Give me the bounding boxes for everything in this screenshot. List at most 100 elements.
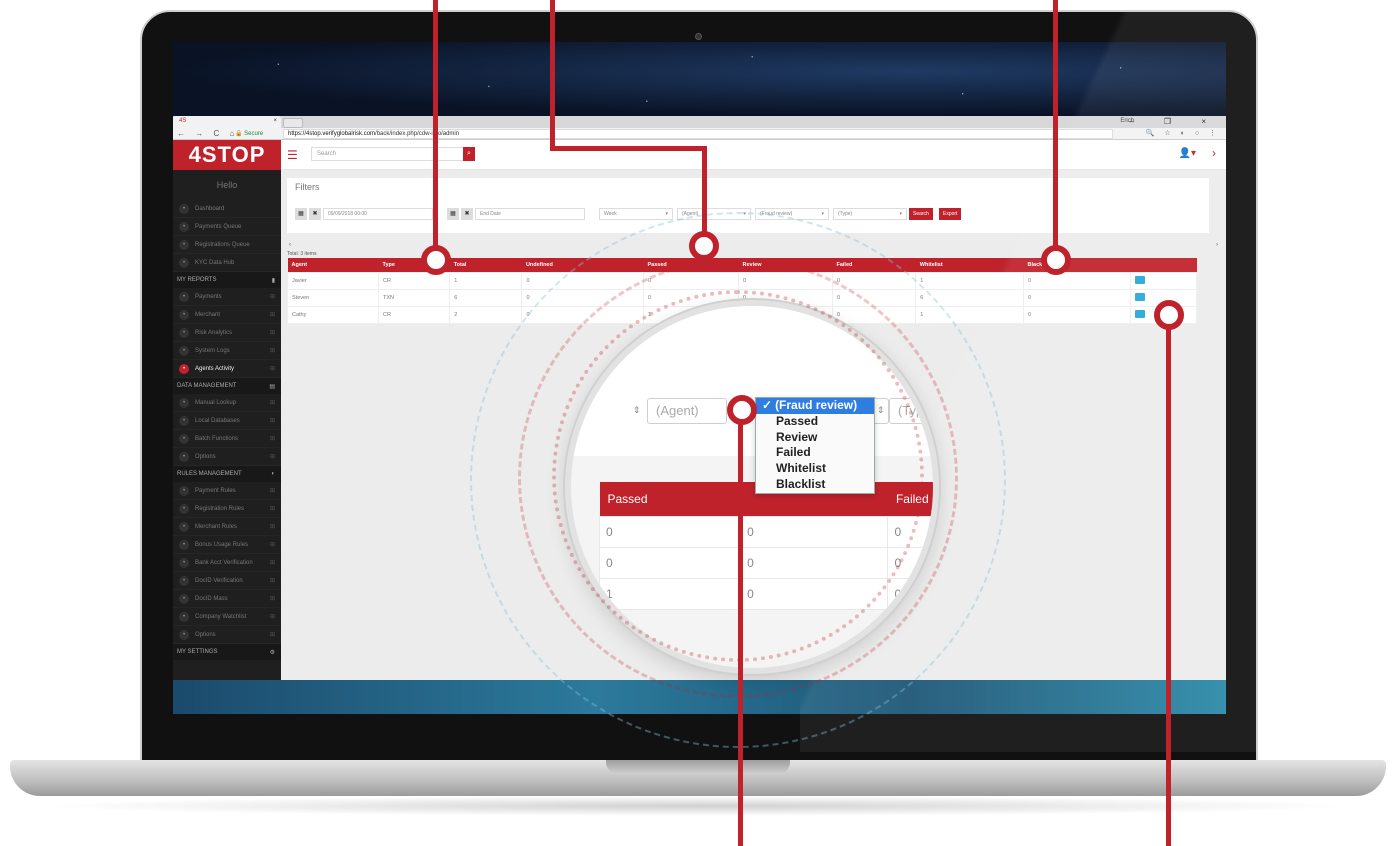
nav-buttons[interactable]: ← → C ⌂ xyxy=(177,129,238,138)
sidebar-item-label: Bonus Usage Rules xyxy=(195,541,249,548)
sidebar-item[interactable]: • Registration Rules ⊞ xyxy=(173,500,281,518)
sidebar-item[interactable]: • Payments Queue xyxy=(173,218,281,236)
sidebar-item[interactable]: • Merchant ⊞ xyxy=(173,306,281,324)
zoom-table-cell: 0 xyxy=(598,546,742,579)
export-button[interactable]: Export xyxy=(939,208,962,220)
zoom-table-cell: 0 xyxy=(740,577,889,610)
sidebar-section[interactable]: RULES MANAGEMENT ◐ xyxy=(173,466,281,482)
sidebar-item[interactable]: • Local Databases ⊞ xyxy=(173,412,281,430)
user-menu-icon[interactable]: 👤▾ xyxy=(1179,148,1196,159)
sidebar-item[interactable]: • Risk Analytics ⊞ xyxy=(173,324,281,342)
sidebar-item[interactable]: • Dashboard xyxy=(173,200,281,218)
dropdown-option[interactable]: Blacklist xyxy=(756,477,874,493)
new-tab-button[interactable] xyxy=(283,118,303,128)
close-icon[interactable]: × xyxy=(273,118,277,124)
search-button[interactable]: ⌕ xyxy=(463,147,475,161)
details-icon[interactable] xyxy=(1134,293,1145,301)
sidebar-item[interactable]: • Payments ⊞ xyxy=(173,288,281,306)
table-cell: 6 xyxy=(915,289,1025,307)
sidebar-item[interactable]: • Options ⊞ xyxy=(173,448,281,466)
dropdown-option[interactable]: Passed xyxy=(756,414,874,430)
zoom-table-cell: 0 xyxy=(887,577,933,610)
start-date-input[interactable]: 09/09/2018 00:00 xyxy=(323,208,433,220)
sidebar-item[interactable]: • DocID Verification ⊞ xyxy=(173,572,281,590)
sidebar-item[interactable]: • Bank Acct Verification ⊞ xyxy=(173,554,281,572)
details-icon[interactable] xyxy=(1134,310,1145,318)
app-logo[interactable]: 4STOP xyxy=(173,140,281,170)
browser-tab[interactable]: 4S × xyxy=(173,116,281,128)
chevron-right-icon[interactable]: › xyxy=(1216,242,1218,248)
dropdown-option-label: Failed xyxy=(776,445,811,460)
column-header[interactable]: Review xyxy=(738,258,833,273)
camera-icon xyxy=(695,33,702,40)
chevron-left-icon[interactable]: ‹ xyxy=(289,242,291,248)
column-header[interactable]: Passed xyxy=(643,258,739,273)
sidebar-item[interactable]: • DocID Mass ⊞ xyxy=(173,590,281,608)
merchant-icon: • xyxy=(179,521,189,532)
end-date-input[interactable]: End Date xyxy=(475,208,585,220)
sidebar-item[interactable]: • Merchant Rules ⊞ xyxy=(173,518,281,536)
column-header[interactable]: Blacklist xyxy=(1023,258,1131,273)
callout-line xyxy=(1053,0,1058,262)
sidebar-item[interactable]: • Payment Rules ⊞ xyxy=(173,482,281,500)
url-field[interactable]: https://4stop.verifyglobalrisk.com/back/… xyxy=(283,129,1113,139)
column-header[interactable]: Undefined xyxy=(521,258,644,273)
column-header[interactable]: Total xyxy=(449,258,522,273)
zoom-column-header: Passed xyxy=(599,482,741,516)
zoom-type-select[interactable]: (Type) xyxy=(889,398,933,424)
dropdown-option[interactable]: Whitelist xyxy=(756,461,874,477)
zoom-agent-select[interactable]: (Agent) xyxy=(647,398,727,424)
tab-title: 4S xyxy=(179,118,187,124)
sidebar-item[interactable]: • System Logs ⊞ xyxy=(173,342,281,360)
details-icon[interactable] xyxy=(1134,276,1145,284)
table-cell: 1 xyxy=(915,272,1025,290)
sidebar-item[interactable]: • Registrations Queue xyxy=(173,236,281,254)
hamburger-icon[interactable]: ☰ xyxy=(287,148,298,162)
type-select[interactable]: (Type) ▾ xyxy=(833,208,907,220)
calendar-icon[interactable]: ▦ xyxy=(447,208,459,220)
sidebar-section[interactable]: MY REPORTS ▮ xyxy=(173,272,281,288)
chevron-right-icon[interactable]: › xyxy=(1212,146,1216,160)
callout-dot xyxy=(421,245,451,275)
dropdown-option[interactable]: Review xyxy=(756,430,874,446)
column-header[interactable] xyxy=(1130,258,1197,273)
table-cell: 0 xyxy=(831,289,917,307)
sidebar-item[interactable]: • Options ⊞ xyxy=(173,626,281,644)
fraud-review-select[interactable]: (Fraud review) ▾ xyxy=(755,208,829,220)
column-header[interactable]: Whitelist xyxy=(915,258,1024,273)
clear-icon[interactable]: ✖ xyxy=(461,208,473,220)
sidebar-item[interactable]: • Company Watchlist ⊞ xyxy=(173,608,281,626)
sidebar-item[interactable]: • Bonus Usage Rules ⊞ xyxy=(173,536,281,554)
dropdown-option-label: Review xyxy=(776,429,818,444)
fraud-review-dropdown[interactable]: ✓ (Fraud review) Passed Review Failed Whiteli… xyxy=(755,397,875,494)
dropdown-option[interactable]: Failed xyxy=(756,445,874,461)
callout-dot xyxy=(727,395,757,425)
sidebar-item[interactable]: • Manual Lookup ⊞ xyxy=(173,394,281,412)
dropdown-option[interactable]: ✓ (Fraud review) xyxy=(756,398,874,414)
section-icon: ▮ xyxy=(271,277,275,284)
period-select[interactable]: Week ▾ xyxy=(599,208,673,220)
column-header[interactable]: Agent xyxy=(287,258,379,273)
check-icon: ✓ xyxy=(762,398,773,412)
sidebar-item[interactable]: • KYC Data Hub xyxy=(173,254,281,272)
hub-icon: • xyxy=(179,257,189,268)
sidebar-item[interactable]: • Agents Activity ⊞ xyxy=(173,360,281,378)
calendar-icon[interactable]: ▦ xyxy=(295,208,307,220)
dollar-icon: • xyxy=(179,291,189,302)
sidebar-item-label: Registration Rules xyxy=(195,505,245,512)
window-controls[interactable]: – ❐ × xyxy=(1129,117,1220,126)
browser-toolbar-icons[interactable]: 🔍 ☆ ◐ ○ ⋮ xyxy=(1146,129,1220,137)
zoom-table-row: 000 xyxy=(598,546,933,579)
sidebar-item[interactable]: • Batch Functions ⊞ xyxy=(173,430,281,448)
home-icon: • xyxy=(179,203,189,214)
search-input[interactable]: Search xyxy=(311,147,471,161)
clear-icon[interactable]: ✖ xyxy=(309,208,321,220)
column-header[interactable]: Failed xyxy=(832,258,916,273)
sidebar-section[interactable]: MY SETTINGS ⚙ xyxy=(173,644,281,660)
sidebar-section[interactable]: DATA MANAGEMENT ▤ xyxy=(173,378,281,394)
zoom-table-row: 100 xyxy=(598,577,933,610)
agent-select[interactable]: (Agent) ▾ xyxy=(677,208,751,220)
search-button[interactable]: Search xyxy=(909,208,933,220)
zoom-table-cell: 0 xyxy=(598,515,742,548)
sidebar-item-label: Merchant Rules xyxy=(195,523,238,530)
